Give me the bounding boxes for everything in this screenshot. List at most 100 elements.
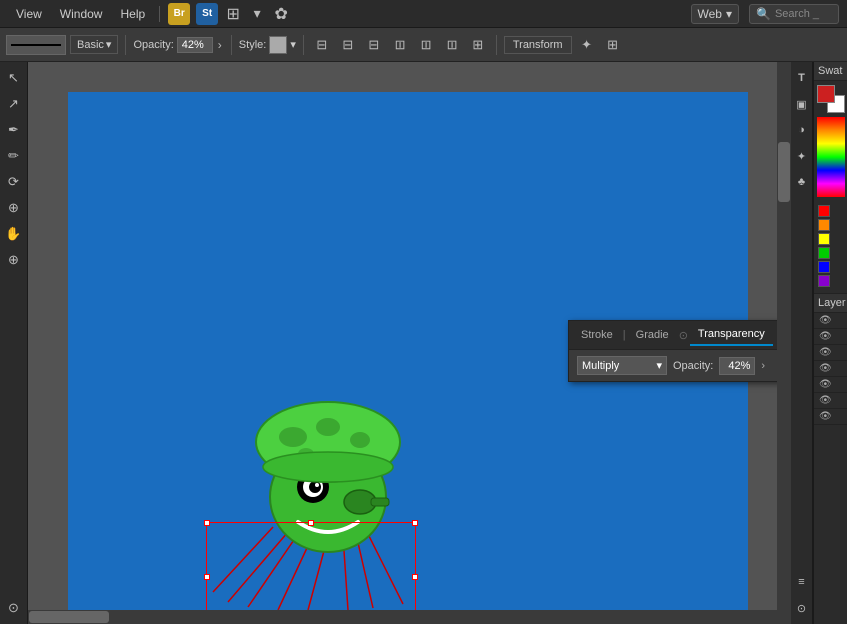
workspace-layout-icon[interactable]: ⊞ [222,3,244,25]
tab-stroke[interactable]: Stroke [573,325,621,345]
opacity-panel-value[interactable]: 42% [719,357,755,375]
stroke-style-label[interactable]: Basic ▾ [70,35,118,54]
direct-select-btn[interactable]: ↗ [2,92,26,116]
type-tool-btn[interactable]: T [790,66,814,90]
transform-tool-btn[interactable]: ⟳ [2,170,26,194]
search-box[interactable]: 🔍 Search _ [749,4,839,24]
panel-options-btn[interactable]: ⊙ [790,596,814,620]
vertical-scrollbar[interactable] [777,62,791,610]
layer-row-5: 👁 [814,377,847,393]
style-label: Style: [239,39,267,51]
layer-eye-6[interactable]: 👁 [816,394,835,407]
style-arrow[interactable]: ▾ [290,38,296,51]
layer-eye-5[interactable]: 👁 [816,378,835,391]
foreground-color-swatch[interactable] [817,85,835,103]
left-toolbar: ↖ ↗ ✒ ✏ ⟳ ⊕ ✋ ⊕ ⊙ [0,62,28,624]
opacity-expand-arrow[interactable]: › [216,38,224,52]
bridge-icon[interactable]: Br [168,3,190,25]
layer-row-6: 👁 [814,393,847,409]
swatch-orange[interactable] [818,219,830,231]
right-toolbar: T ▣ ◑ ✦ ♣ ≡ ⊙ [791,62,813,624]
workspace-arrow: ▾ [726,7,732,21]
style-box[interactable] [269,36,287,54]
tab-transparency[interactable]: Transparency [690,324,773,346]
symbol-tool-btn[interactable]: ⊙ [2,596,26,620]
opacity-control: Opacity: 42% › [133,37,223,53]
tab-sep-2: ⊙ [677,329,690,342]
expand-icon[interactable]: ▾ [246,3,268,25]
swatch-yellow[interactable] [818,233,830,245]
stock-icon[interactable]: St [196,3,218,25]
distribute-icon[interactable]: ⊞ [467,34,489,56]
scroll-thumb-horizontal[interactable] [29,611,109,623]
layer-eye-3[interactable]: 👁 [816,346,835,359]
tab-gradient[interactable]: Gradie [628,325,677,345]
blend-mode-arrow: ▾ [656,359,662,372]
scroll-thumb-vertical[interactable] [778,142,790,202]
select-tool-btn[interactable]: ↖ [2,66,26,90]
swatches-label: Swat [818,65,842,77]
layer-eye-1[interactable]: 👁 [816,314,835,327]
opacity-panel-label: Opacity: [673,360,713,372]
color-selector[interactable] [817,85,845,113]
brush-tool-btn[interactable]: ✏ [2,144,26,168]
tab-sep-1: | [621,329,628,341]
blend-mode-select[interactable]: Multiply ▾ [577,356,667,375]
gradient-tool-btn[interactable]: ◑ [790,118,814,142]
pen-tool-btn[interactable]: ✒ [2,118,26,142]
toolbar-sep-2 [231,35,232,55]
swatch-red[interactable] [818,205,830,217]
menu-view[interactable]: View [8,5,50,23]
panel-collapse-btn[interactable]: ≡ [790,570,814,594]
search-icon: 🔍 [756,7,771,21]
style-control: Style: ▾ [239,36,296,54]
blend-tool-btn[interactable]: ✦ [790,144,814,168]
toolbar-sep-4 [496,35,497,55]
stroke-preview[interactable] [6,35,66,55]
align-right-icon[interactable]: ⊟ [363,34,385,56]
align-center-h-icon[interactable]: ⊟ [337,34,359,56]
align-bottom-icon[interactable]: ⊟ [441,34,463,56]
menu-help[interactable]: Help [112,5,153,23]
scroll-corner [777,610,791,624]
panel-tabs: Stroke | Gradie ⊙ Transparency >> ≡ [569,321,787,350]
layer-row-2: 👁 [814,329,847,345]
transform-button[interactable]: Transform [504,36,572,54]
canvas-area[interactable]: Stroke | Gradie ⊙ Transparency >> ≡ Mult… [28,62,791,624]
swatch-green[interactable] [818,247,830,259]
menu-window[interactable]: Window [52,5,111,23]
transform-options-icon[interactable]: ✦ [576,34,598,56]
workspace-selector[interactable]: Web ▾ [691,4,740,24]
opacity-value[interactable]: 42% [177,37,213,53]
layer-row-4: 👁 [814,361,847,377]
layer-row-7: 👁 [814,409,847,425]
symbol-btn2[interactable]: ♣ [790,170,814,194]
layer-row-3: 👁 [814,345,847,361]
layer-eye-7[interactable]: 👁 [816,410,835,423]
toolbar-sep-3 [303,35,304,55]
eyedrop-tool-btn[interactable]: ⊕ [2,196,26,220]
search-placeholder: Search _ [775,8,819,20]
swatch-row-2 [818,233,843,259]
swatch-blue[interactable] [818,261,830,273]
layer-eye-4[interactable]: 👁 [816,362,835,375]
layer-eye-2[interactable]: 👁 [816,330,835,343]
menu-separator [159,6,160,22]
more-options-icon[interactable]: ⊞ [602,34,624,56]
swatches-layers-panel: Swat [813,62,847,624]
layers-header: Layer [814,293,847,313]
layers-label: Layer [818,297,846,309]
swatch-purple[interactable] [818,275,830,287]
zoom-tool-btn[interactable]: ⊕ [2,248,26,272]
swatch-row-3 [818,261,843,287]
align-top-icon[interactable]: ⊟ [389,34,411,56]
selection-tool-btn[interactable]: ▣ [790,92,814,116]
align-left-icon[interactable]: ⊟ [311,34,333,56]
panel-opacity-arrow[interactable]: › [761,360,765,372]
character-illustration [198,292,448,612]
hand-tool-btn[interactable]: ✋ [2,222,26,246]
brush-tool-icon[interactable]: ✿ [270,3,292,25]
horizontal-scrollbar[interactable] [28,610,777,624]
stroke-style-name: Basic [77,39,104,51]
align-center-v-icon[interactable]: ⊟ [415,34,437,56]
